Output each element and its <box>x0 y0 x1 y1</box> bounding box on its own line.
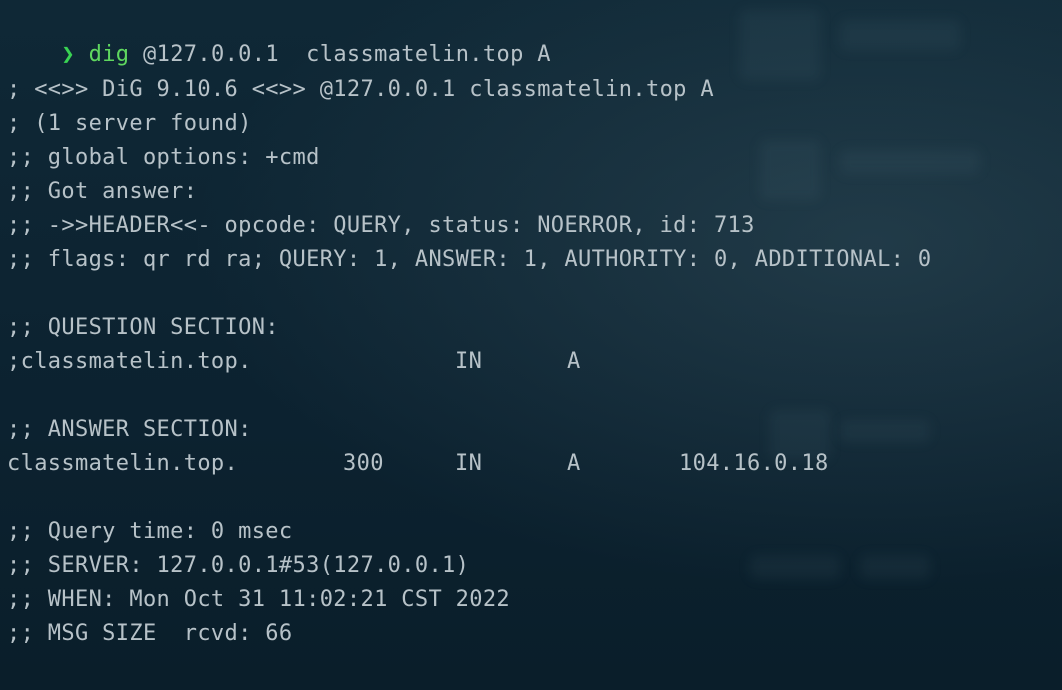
background-blur-block <box>860 555 930 579</box>
question-name: ;classmatelin.top. <box>7 349 252 374</box>
background-blur-block <box>840 20 960 50</box>
question-record: ;classmatelin.top. IN A <box>7 345 707 379</box>
question-type: A <box>567 349 581 374</box>
header-status-line: ;; ->>HEADER<<- opcode: QUERY, status: N… <box>7 213 755 238</box>
flags-line: ;; flags: qr rd ra; QUERY: 1, ANSWER: 1,… <box>7 247 932 272</box>
answer-ttl: 300 <box>343 451 384 476</box>
global-options-line: ;; global options: +cmd <box>7 145 320 170</box>
prompt-arguments: @127.0.0.1 classmatelin.top A <box>129 42 551 67</box>
question-section-title: ;; QUESTION SECTION: <box>7 315 279 340</box>
msg-size-line: ;; MSG SIZE rcvd: 66 <box>7 621 293 646</box>
prompt-command: dig <box>88 42 130 67</box>
prompt-line: ❯ dig @127.0.0.1 classmatelin.top A <box>7 4 551 67</box>
answer-record: classmatelin.top. 300 IN A 104.16.0.18 <box>7 447 907 481</box>
server-line: ;; SERVER: 127.0.0.1#53(127.0.0.1) <box>7 553 470 578</box>
background-blur-block <box>840 150 980 174</box>
query-time-line: ;; Query time: 0 msec <box>7 519 293 544</box>
answer-section-title: ;; ANSWER SECTION: <box>7 417 252 442</box>
question-class: IN <box>455 349 483 374</box>
dig-version-line: ; <<>> DiG 9.10.6 <<>> @127.0.0.1 classm… <box>7 77 714 102</box>
got-answer-line: ;; Got answer: <box>7 179 198 204</box>
background-blur-block <box>840 420 930 442</box>
background-blur-block <box>750 555 840 579</box>
answer-name: classmatelin.top. <box>7 451 239 476</box>
background-blur-block <box>760 140 820 200</box>
servers-found-line: ; (1 server found) <box>7 111 252 136</box>
background-blur-block <box>740 10 820 80</box>
when-line: ;; WHEN: Mon Oct 31 11:02:21 CST 2022 <box>7 587 511 612</box>
prompt-arrow-icon: ❯ <box>61 42 75 67</box>
answer-type: A <box>567 451 581 476</box>
terminal-window[interactable]: ❯ dig @127.0.0.1 classmatelin.top A ; <<… <box>0 0 1062 690</box>
answer-class: IN <box>455 451 483 476</box>
answer-address: 104.16.0.18 <box>679 451 829 476</box>
